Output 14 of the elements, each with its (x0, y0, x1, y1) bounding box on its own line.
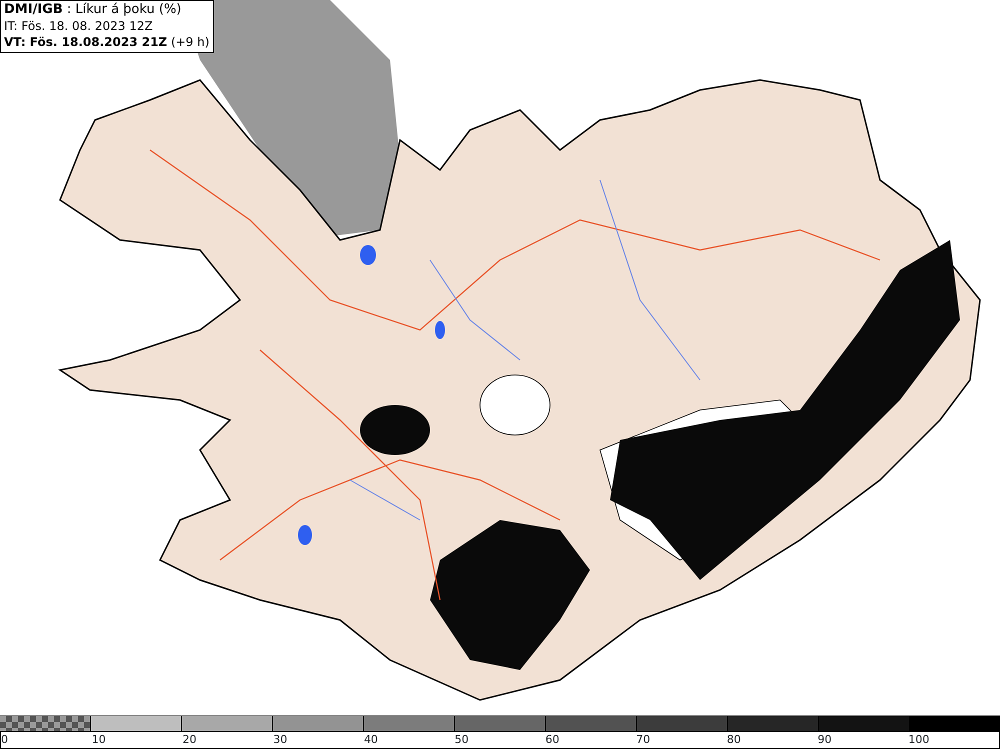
legend-tick-label: 30 (273, 732, 288, 748)
valid-time: VT: Fös. 18.08.2023 21Z (+9 h) (4, 34, 210, 50)
legend-tick-label: 90 (818, 732, 832, 748)
legend-tick-label: 10 (92, 732, 106, 748)
legend-tick-label: 50 (454, 732, 469, 748)
legend-tick-label: 40 (364, 732, 378, 748)
legend-tick-label: 60 (545, 732, 560, 748)
map-title: DMI/IGB : Líkur á þoku (%) (4, 2, 182, 18)
legend-tick-label: 70 (636, 732, 650, 748)
legend-tick-label: 80 (726, 732, 741, 748)
legend-tick-label: 0 (1, 732, 8, 748)
initial-time: IT: Fös. 18. 08. 2023 12Z (4, 18, 154, 34)
legend-tick-label: 20 (182, 732, 196, 748)
legend-tick-label: 100 (908, 732, 930, 748)
